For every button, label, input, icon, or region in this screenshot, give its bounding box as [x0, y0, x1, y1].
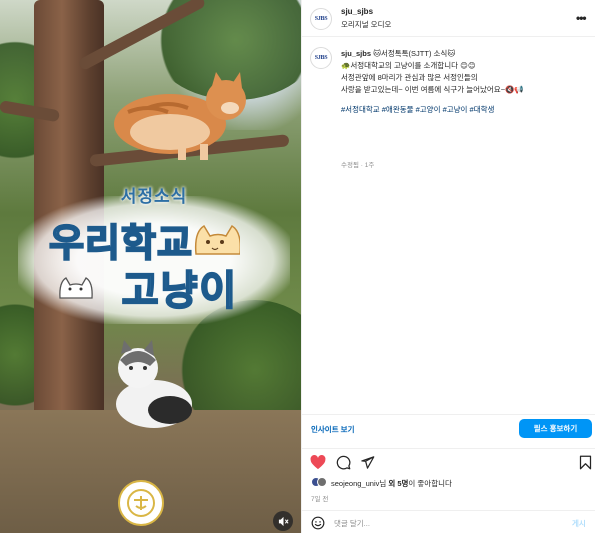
- bookmark-icon: [579, 455, 591, 469]
- university-emblem-logo: [118, 480, 164, 526]
- post-comment-button[interactable]: 게시: [572, 518, 586, 529]
- overlay-subtitle: 서정소식: [120, 187, 188, 206]
- comment-button[interactable]: [334, 453, 352, 471]
- mute-toggle-button[interactable]: [273, 511, 293, 531]
- speaker-muted-icon: [278, 516, 289, 526]
- comment-box: 게시: [302, 510, 595, 533]
- likes-connector-text: 님: [379, 479, 389, 488]
- more-options-icon[interactable]: •••: [576, 11, 587, 25]
- emoji-picker-icon[interactable]: [311, 516, 325, 530]
- cat-doodle-icon: [194, 224, 240, 255]
- hashtags-link[interactable]: #서정대학교 #애완동물 #고양이 #고냥이 #대학생: [341, 104, 591, 116]
- cat-doodle-icon: [59, 277, 93, 299]
- caption-line-1: 🐱서정톡톡(SJTT) 소식🐱: [373, 49, 456, 58]
- caption-username-link[interactable]: sju_sjbs: [341, 49, 371, 58]
- orange-cat-image: [114, 72, 246, 160]
- likes-suffix-text: 이 좋아합니다: [408, 479, 452, 488]
- reel-media[interactable]: 서정소식 우리학교 고냥이: [0, 0, 301, 533]
- liker-username-link[interactable]: seojeong_univ: [331, 479, 379, 488]
- post-date: 7일 전: [311, 496, 329, 503]
- comment-bubble-icon: [336, 455, 350, 469]
- likes-summary: seojeong_univ님 외 5명이 좋아합니다: [302, 476, 595, 490]
- overlay-title-line-2: 고냥이: [121, 268, 239, 314]
- share-button[interactable]: [358, 453, 376, 471]
- post-header: SJBS sju_sjbs 오리지널 오디오 •••: [302, 0, 595, 37]
- avatar[interactable]: SJBS: [310, 8, 332, 30]
- insights-bar: 인사이트 보기 릴스 홍보하기: [302, 414, 595, 442]
- caption-line-3: 서정관앞에 8마리가 관심과 많은 서정인들의: [341, 73, 478, 82]
- action-bar: [302, 448, 595, 472]
- heart-filled-icon: [310, 454, 326, 469]
- caption-line-4: 사랑을 받고있는데~ 이번 여름에 식구가 늘어났어요~🔇📢: [341, 85, 524, 94]
- paper-plane-icon: [360, 455, 374, 469]
- post-details-panel: SJBS sju_sjbs 오리지널 오디오 ••• SJBS sju_sjbs…: [301, 0, 595, 533]
- edited-timestamp: 수정됨 · 1주: [341, 162, 375, 169]
- original-audio-link[interactable]: 오리지널 오디오: [341, 19, 391, 30]
- header-username-link[interactable]: sju_sjbs: [341, 7, 373, 16]
- like-button[interactable]: [309, 453, 327, 471]
- boost-reel-button[interactable]: 릴스 홍보하기: [519, 419, 592, 438]
- white-cat-image: [116, 340, 192, 428]
- view-insights-link[interactable]: 인사이트 보기: [311, 424, 354, 435]
- avatar[interactable]: SJBS: [310, 47, 332, 69]
- comment-input[interactable]: [334, 516, 554, 530]
- caption-line-2: 🐢서정대학교의 고냥이를 소개합니다 😊😊: [341, 61, 476, 70]
- save-button[interactable]: [576, 453, 594, 471]
- liker-avatar[interactable]: [317, 477, 327, 487]
- likes-count-link[interactable]: 외 5명: [388, 479, 408, 488]
